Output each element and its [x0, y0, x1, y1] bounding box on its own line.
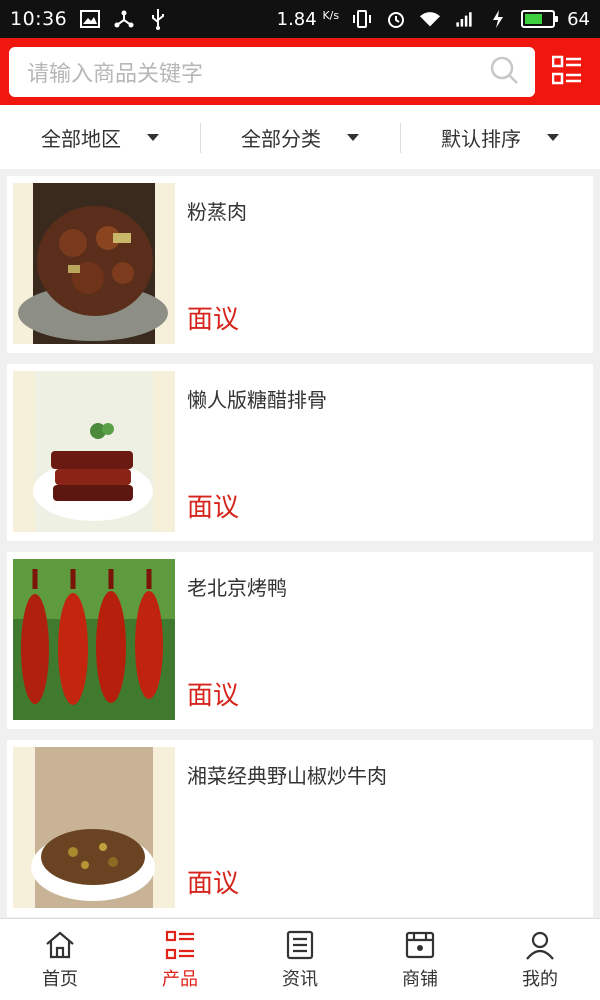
- header: 请输入商品关键字: [0, 38, 600, 105]
- wifi-icon: [419, 8, 441, 30]
- nav-news[interactable]: 资讯: [240, 919, 360, 1000]
- sweet-sour-ribs-image[interactable]: [13, 371, 175, 532]
- nav-mine[interactable]: 我的: [480, 919, 600, 1000]
- product-title[interactable]: 老北京烤鸭: [187, 572, 587, 601]
- nav-news-label: 资讯: [282, 968, 318, 990]
- search-icon[interactable]: [489, 55, 519, 89]
- caret-down-icon: [347, 133, 359, 141]
- nav-home[interactable]: 首页: [0, 919, 120, 1000]
- image-icon: [79, 8, 101, 30]
- status-left: 10:36: [10, 8, 169, 30]
- product-info: 湘菜经典野山椒炒牛肉 面议: [175, 747, 587, 910]
- battery-fill: [525, 14, 543, 24]
- filter-bar: 全部地区 全部分类 默认排序: [0, 105, 600, 169]
- status-bar: 10:36 1.84 K/s 64: [0, 0, 600, 38]
- search-placeholder: 请输入商品关键字: [27, 61, 204, 87]
- pepper-beef-image[interactable]: [13, 747, 175, 908]
- nav-home-label: 首页: [42, 968, 78, 990]
- charging-icon: [487, 8, 509, 30]
- product-info: 粉蒸肉 面议: [175, 183, 587, 346]
- product-title[interactable]: 懒人版糖醋排骨: [187, 384, 587, 413]
- battery-percent: 64: [567, 8, 590, 30]
- net-speed: 1.84 K/s: [276, 8, 340, 30]
- store-icon: [405, 931, 435, 958]
- filter-region-label: 全部地区: [41, 126, 121, 151]
- bottom-nav: 首页 产品 资讯 商铺 我的: [0, 918, 600, 1000]
- filter-sort-label: 默认排序: [441, 126, 521, 151]
- product-info: 老北京烤鸭 面议: [175, 559, 587, 722]
- product-card[interactable]: 老北京烤鸭 面议: [7, 552, 593, 729]
- usb-icon: [147, 8, 169, 30]
- product-price: 面议: [187, 869, 240, 899]
- filter-sort[interactable]: 默认排序: [400, 105, 600, 169]
- filter-category-label: 全部分类: [241, 126, 321, 151]
- product-list-icon: [165, 930, 194, 959]
- nav-store[interactable]: 商铺: [360, 919, 480, 1000]
- signal-4g-icon: [453, 8, 475, 30]
- alarm-icon: [385, 8, 407, 30]
- product-info: 懒人版糖醋排骨 面议: [175, 371, 587, 534]
- home-icon: [46, 931, 74, 958]
- product-card[interactable]: 懒人版糖醋排骨 面议: [7, 364, 593, 541]
- battery-icon: [521, 10, 559, 28]
- product-price: 面议: [187, 493, 240, 523]
- nav-store-label: 商铺: [402, 968, 438, 990]
- status-right: 1.84 K/s 64: [277, 8, 590, 30]
- product-card[interactable]: 粉蒸肉 面议: [7, 176, 593, 353]
- filter-category[interactable]: 全部分类: [200, 105, 400, 169]
- list-menu-button[interactable]: [542, 47, 592, 97]
- vibrate-icon: [351, 8, 373, 30]
- search-input[interactable]: 请输入商品关键字: [9, 46, 535, 97]
- product-price: 面议: [187, 681, 240, 711]
- share-icon: [113, 8, 135, 30]
- filter-region[interactable]: 全部地区: [0, 105, 200, 169]
- nav-products[interactable]: 产品: [120, 919, 240, 1000]
- product-price: 面议: [187, 305, 240, 335]
- roast-duck-image[interactable]: [13, 559, 175, 720]
- list-menu-icon: [551, 55, 582, 89]
- steamed-pork-image[interactable]: [13, 183, 175, 344]
- caret-down-icon: [147, 133, 159, 141]
- user-icon: [526, 931, 554, 960]
- caret-down-icon: [547, 133, 559, 141]
- product-card[interactable]: 湘菜经典野山椒炒牛肉 面议: [7, 740, 593, 917]
- product-title[interactable]: 粉蒸肉: [187, 196, 587, 225]
- product-list[interactable]: 粉蒸肉 面议 懒人版糖醋排骨 面议 老北京烤鸭 面议 湘菜经典野山椒炒牛肉 面议: [0, 169, 600, 918]
- news-icon: [286, 930, 314, 959]
- product-title[interactable]: 湘菜经典野山椒炒牛肉: [187, 760, 587, 789]
- nav-products-label: 产品: [162, 968, 198, 990]
- status-time: 10:36: [10, 8, 68, 30]
- nav-mine-label: 我的: [522, 968, 558, 990]
